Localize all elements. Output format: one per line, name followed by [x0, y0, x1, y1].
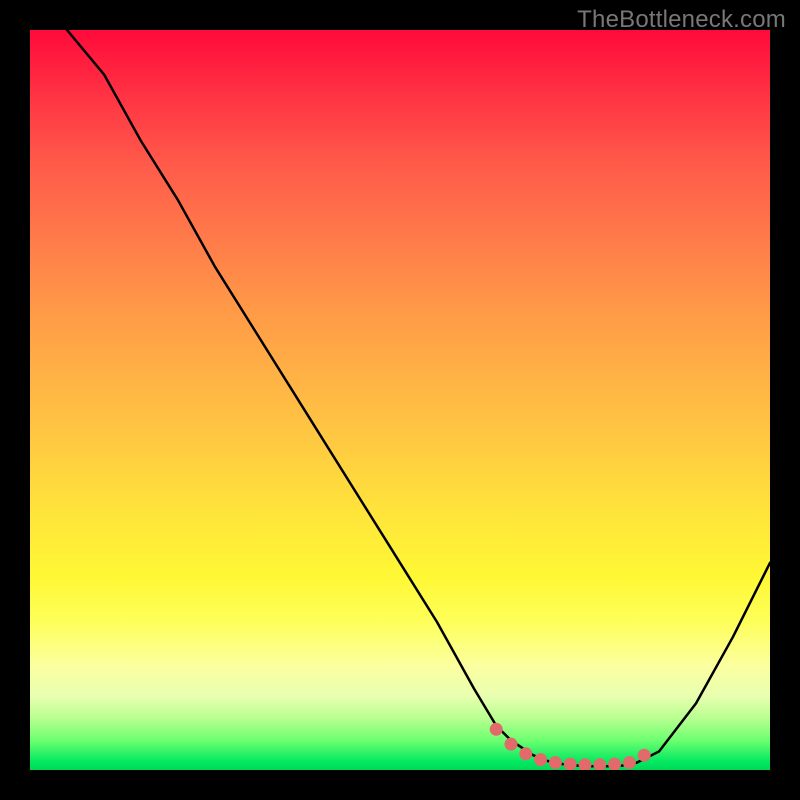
watermark-text: TheBottleneck.com — [577, 6, 786, 34]
plot-area — [30, 30, 770, 770]
gradient-background — [30, 30, 770, 770]
chart-frame: TheBottleneck.com — [0, 0, 800, 800]
